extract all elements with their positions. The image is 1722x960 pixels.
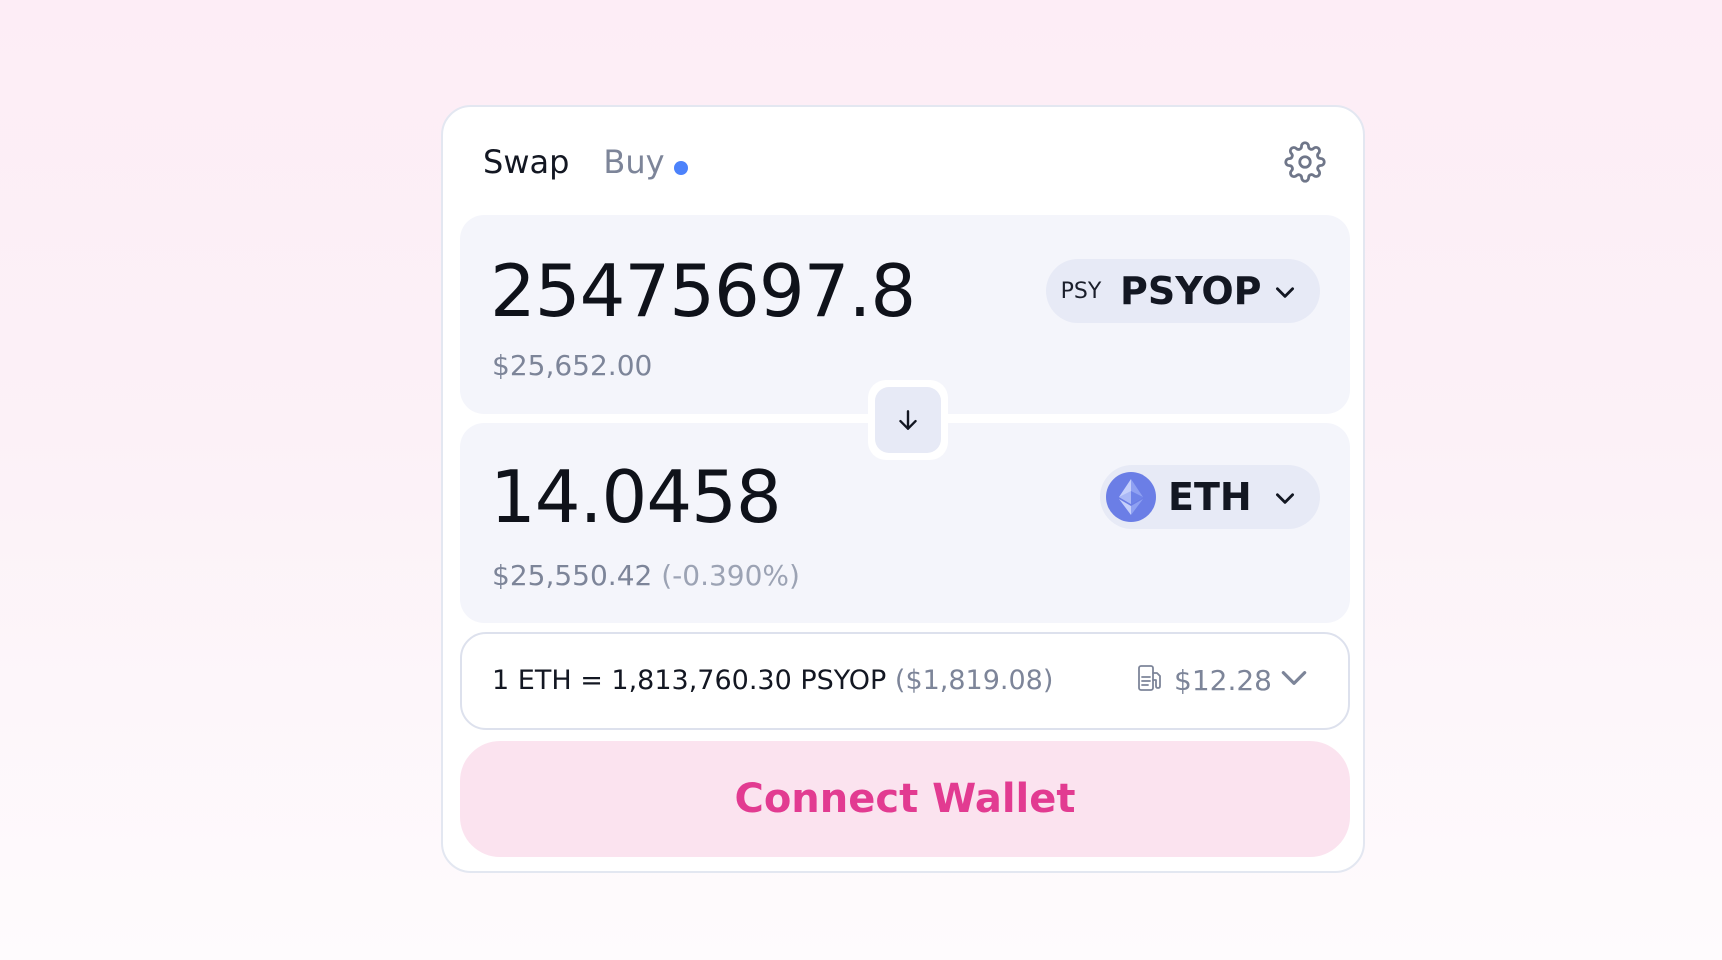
swap-tabs: Swap Buy xyxy=(483,143,688,181)
buy-usd-amount: $25,550.42 xyxy=(492,559,653,592)
tab-buy[interactable]: Buy xyxy=(603,143,688,181)
buy-usd-value: $25,550.42 (-0.390%) xyxy=(492,559,800,592)
new-indicator-dot xyxy=(673,161,688,175)
connect-wallet-button[interactable]: Connect Wallet xyxy=(460,741,1350,857)
exchange-rate: 1 ETH = 1,813,760.30 PSYOP ($1,819.08) xyxy=(492,665,1053,696)
chevron-down-icon xyxy=(1272,279,1298,305)
exchange-rate-text: 1 ETH = 1,813,760.30 PSYOP xyxy=(492,665,887,696)
gas-pump-icon xyxy=(1136,663,1164,697)
sell-amount-input[interactable]: 25475697.8 xyxy=(490,249,916,333)
gas-cost: $12.28 xyxy=(1174,663,1272,697)
tab-buy-label: Buy xyxy=(603,143,665,181)
buy-token-selector[interactable]: ETH xyxy=(1100,465,1320,529)
sell-token-symbol: PSYOP xyxy=(1120,269,1262,313)
buy-token-symbol: ETH xyxy=(1168,475,1252,519)
swap-card: Swap Buy 25475697.8 $25,652.00 PSY PSYOP… xyxy=(441,105,1365,873)
chevron-down-icon xyxy=(1272,485,1298,511)
gas-estimate: $12.28 xyxy=(1136,662,1310,698)
sell-usd-value: $25,652.00 xyxy=(492,349,653,382)
switch-tokens-button[interactable] xyxy=(875,387,941,453)
tab-swap[interactable]: Swap xyxy=(483,143,569,181)
sell-token-selector[interactable]: PSY PSYOP xyxy=(1046,259,1320,323)
switch-tokens-frame xyxy=(868,380,948,460)
arrow-down-icon xyxy=(899,410,917,430)
ethereum-icon xyxy=(1106,472,1156,522)
rate-details-row[interactable]: 1 ETH = 1,813,760.30 PSYOP ($1,819.08) $… xyxy=(460,632,1350,730)
buy-amount-input[interactable]: 14.0458 xyxy=(490,455,782,539)
psyop-token-logo: PSY xyxy=(1060,278,1102,304)
exchange-rate-fiat: ($1,819.08) xyxy=(894,665,1054,696)
price-impact: (-0.390%) xyxy=(661,559,800,592)
chevron-down-icon[interactable] xyxy=(1272,662,1310,698)
settings-gear-icon[interactable] xyxy=(1284,141,1326,183)
